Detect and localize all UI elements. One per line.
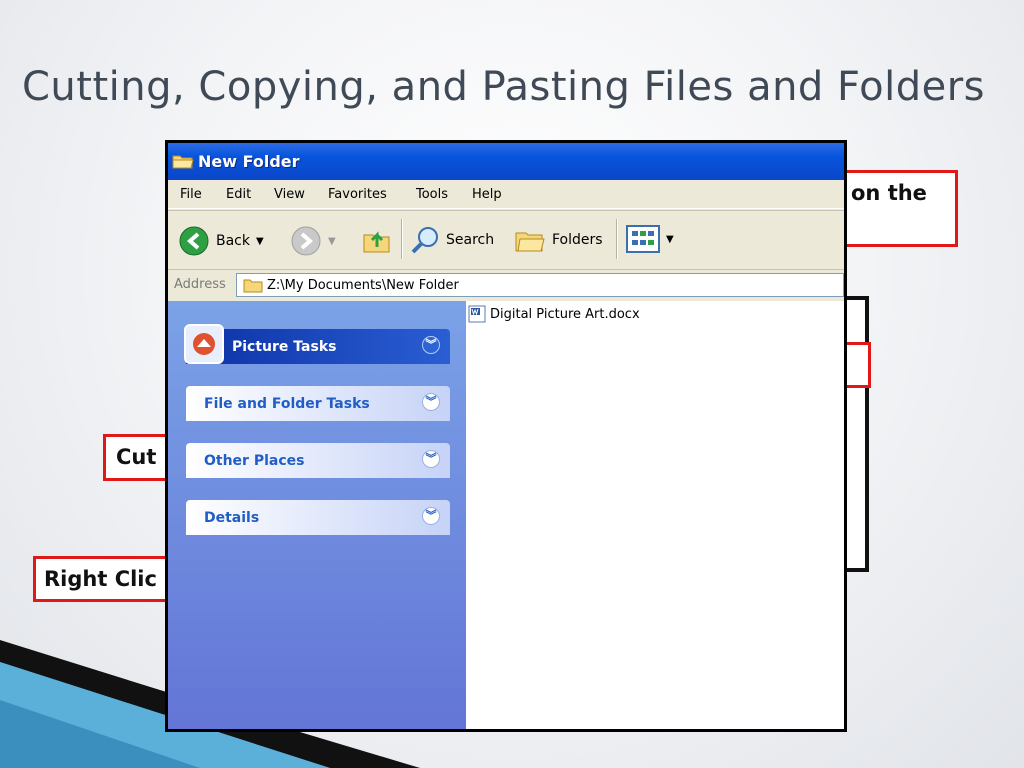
expand-chevron-icon[interactable]: ︾ xyxy=(422,393,440,411)
slide-title: Cutting, Copying, and Pasting Files and … xyxy=(22,64,985,110)
task-section-label: Picture Tasks xyxy=(232,339,337,355)
collapse-chevron-icon[interactable]: ︾ xyxy=(422,336,440,354)
toolbar: Back ▼ ▼ Search Folders ▼ xyxy=(168,210,844,270)
toolbar-separator xyxy=(401,219,403,259)
search-button[interactable]: Search xyxy=(410,225,494,255)
menu-view[interactable]: View xyxy=(274,187,305,202)
task-section-picture-tasks[interactable]: Picture Tasks ︾ xyxy=(184,324,450,364)
word-document-icon xyxy=(468,305,486,323)
folders-button[interactable]: Folders xyxy=(514,225,603,255)
folder-icon xyxy=(172,155,194,169)
window-title: New Folder xyxy=(198,152,300,171)
menu-tools[interactable]: Tools xyxy=(416,187,448,202)
expand-chevron-icon[interactable]: ︾ xyxy=(422,450,440,468)
forward-arrow-icon xyxy=(291,226,321,256)
title-bar[interactable]: New Folder xyxy=(168,140,844,180)
task-section-other-places[interactable]: Other Places ︾ xyxy=(186,443,450,478)
folders-icon xyxy=(515,232,545,252)
file-item[interactable]: Digital Picture Art.docx xyxy=(468,305,640,323)
menu-file[interactable]: File xyxy=(180,187,202,202)
views-icon xyxy=(626,225,660,253)
folders-label: Folders xyxy=(552,232,603,248)
folder-icon xyxy=(243,279,263,293)
menu-bar: File Edit View Favorites Tools Help xyxy=(168,180,844,209)
file-list: Digital Picture Art.docx xyxy=(466,301,844,729)
task-section-label: Details xyxy=(204,510,260,526)
task-section-file-and-folder-tasks[interactable]: File and Folder Tasks ︾ xyxy=(186,386,450,421)
task-pane: Picture Tasks ︾ File and Folder Tasks ︾ … xyxy=(168,301,466,729)
explorer-window: New Folder File Edit View Favorites Tool… xyxy=(165,140,847,732)
views-dropdown-icon[interactable]: ▼ xyxy=(666,234,674,245)
file-name: Digital Picture Art.docx xyxy=(490,306,640,322)
expand-chevron-icon[interactable]: ︾ xyxy=(422,507,440,525)
forward-dropdown-icon[interactable]: ▼ xyxy=(328,236,336,247)
back-dropdown-icon[interactable]: ▼ xyxy=(256,236,264,247)
address-input[interactable]: Z:\My Documents\New Folder xyxy=(236,273,844,297)
forward-button[interactable]: ▼ xyxy=(290,225,336,257)
up-folder-icon xyxy=(363,231,390,253)
back-label: Back xyxy=(216,233,250,249)
toolbar-separator xyxy=(616,219,618,259)
back-arrow-icon xyxy=(179,226,209,256)
callout-right-click: Right Clic xyxy=(33,556,183,602)
up-folder-button[interactable] xyxy=(362,225,392,255)
task-section-label: Other Places xyxy=(204,453,305,469)
search-icon xyxy=(411,227,438,254)
menu-edit[interactable]: Edit xyxy=(226,187,251,202)
search-label: Search xyxy=(446,232,495,248)
views-button[interactable]: ▼ xyxy=(626,225,674,253)
back-button[interactable]: Back ▼ xyxy=(178,225,264,257)
task-section-details[interactable]: Details ︾ xyxy=(186,500,450,535)
address-bar: Address Z:\My Documents\New Folder xyxy=(168,270,844,300)
picture-tasks-icon xyxy=(184,324,224,364)
address-path: Z:\My Documents\New Folder xyxy=(267,278,459,293)
task-section-label: File and Folder Tasks xyxy=(204,396,370,412)
address-label: Address xyxy=(174,277,226,292)
menu-help[interactable]: Help xyxy=(472,187,502,202)
menu-favorites[interactable]: Favorites xyxy=(328,187,387,202)
